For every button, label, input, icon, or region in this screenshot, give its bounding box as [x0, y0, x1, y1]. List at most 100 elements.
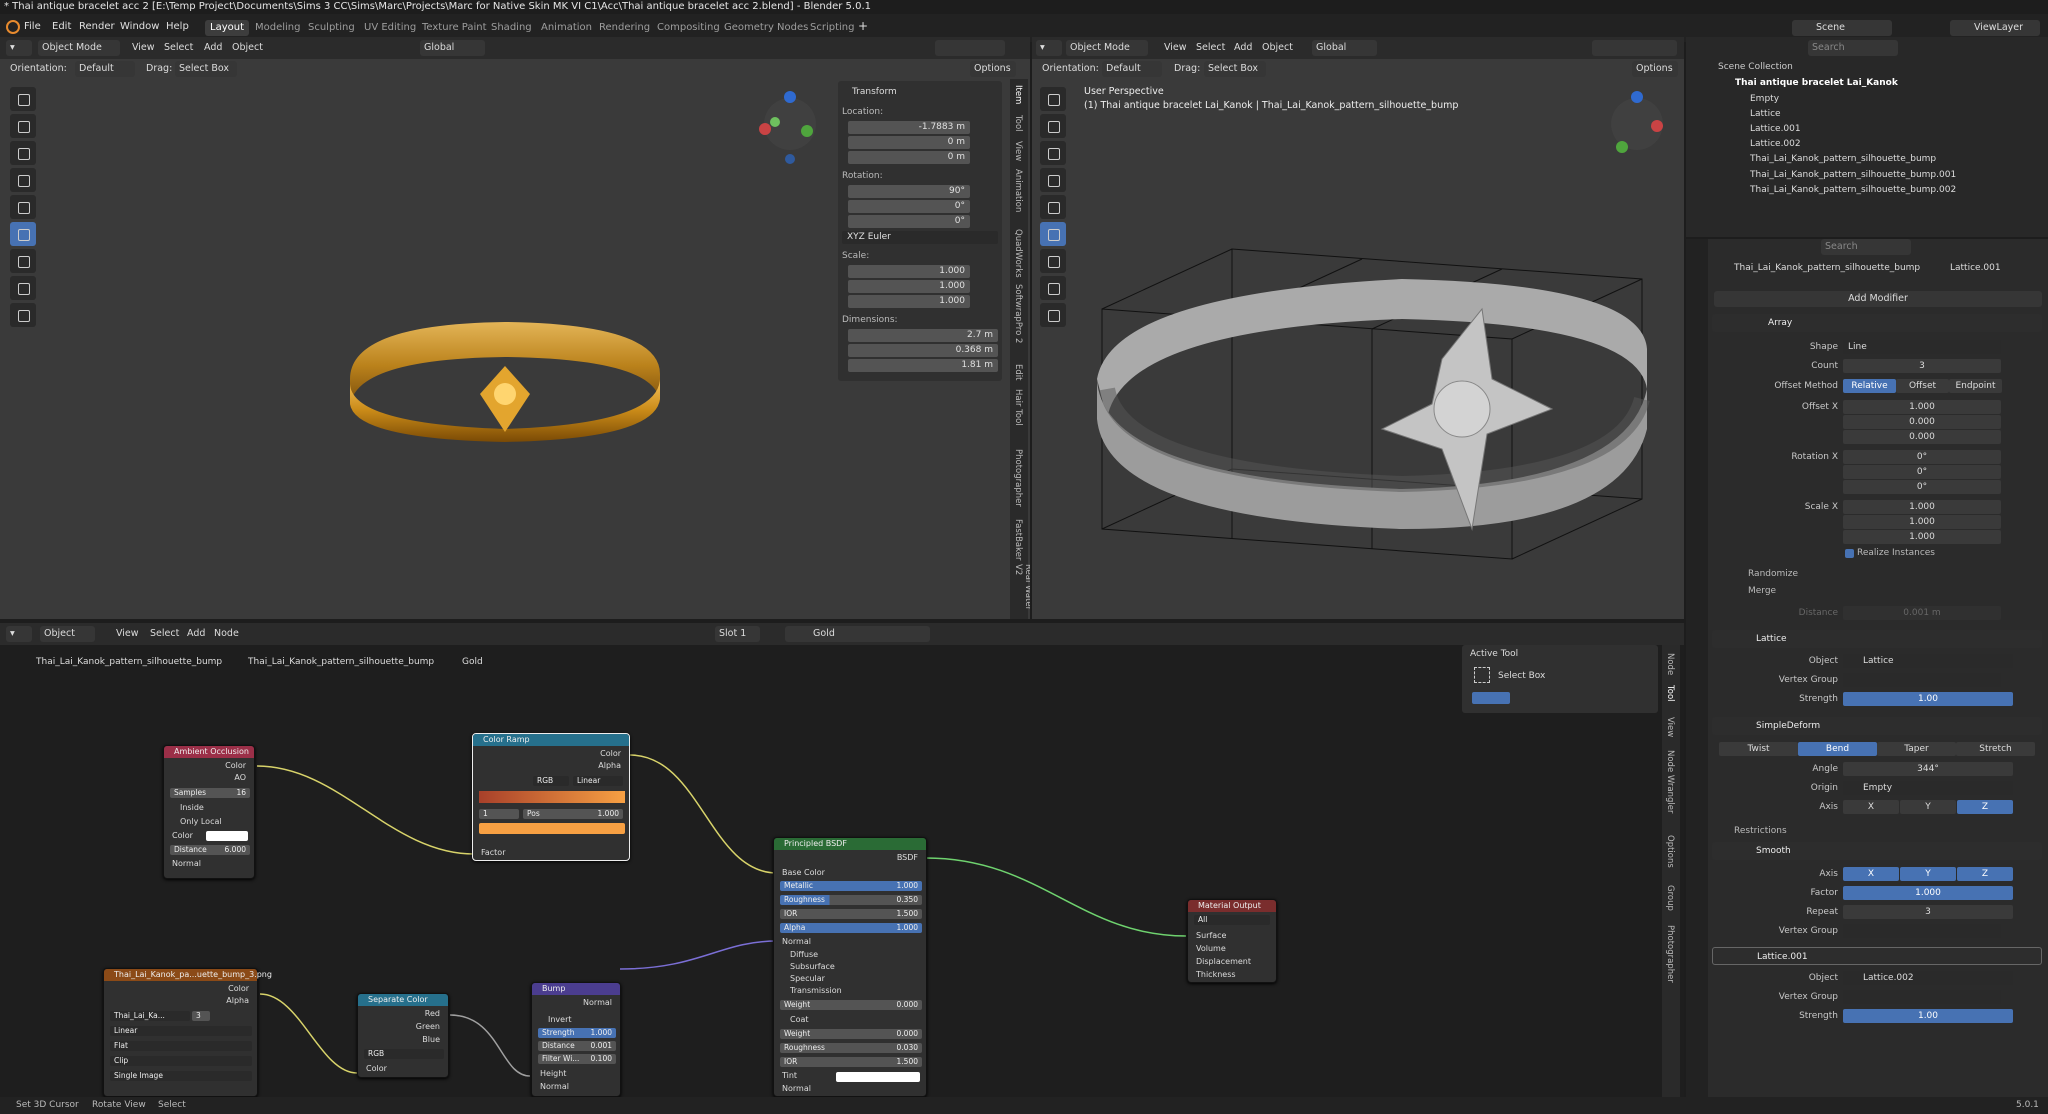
restrictions-subpanel[interactable]: Restrictions — [1734, 826, 1787, 836]
outliner-item-mesh[interactable]: Thai_Lai_Kanok_pattern_silhouette_bump — [1750, 152, 1936, 167]
menu-help[interactable]: Help — [166, 21, 189, 32]
vp2-orientation[interactable]: Default — [1102, 61, 1162, 77]
vp2-drag[interactable]: Select Box — [1204, 61, 1266, 77]
node-ambient-occlusion[interactable]: Ambient Occlusion Color AO Samples 16 Ins… — [163, 745, 255, 879]
dim-z-field[interactable]: 1.81 m — [848, 359, 998, 372]
vp1-orientation[interactable]: Default — [75, 61, 135, 77]
bsdf-ior[interactable]: IOR 1.500 — [780, 909, 922, 919]
properties-search[interactable]: Search — [1821, 239, 1911, 255]
vp2-transform-tool-icon[interactable] — [1040, 222, 1066, 246]
array-shape-select[interactable]: Line — [1843, 340, 2001, 354]
outliner-search[interactable]: Search — [1808, 40, 1898, 56]
offset-y-field[interactable]: 0.000 — [1843, 415, 2001, 429]
offset-z-field[interactable]: 0.000 — [1843, 430, 2001, 444]
outliner-item-lattice001[interactable]: Lattice.001 — [1750, 122, 1801, 137]
tab-shading[interactable]: Shading — [486, 20, 537, 36]
lattice-modifier-header[interactable]: Lattice — [1712, 630, 2042, 648]
annotate-tool-icon[interactable] — [10, 249, 36, 273]
vp2-menu-view[interactable]: View — [1160, 40, 1191, 56]
tab-texture-paint[interactable]: Texture Paint — [417, 20, 492, 36]
sidebar-tab-animation[interactable]: Animation — [1013, 169, 1023, 212]
smooth-vgroup-field[interactable] — [1843, 924, 2001, 938]
node-tab-photographer[interactable]: Photographer — [1665, 925, 1675, 983]
cursor-tool-icon[interactable] — [10, 114, 36, 138]
lattice-object-field[interactable]: Lattice — [1843, 654, 2013, 668]
deform-taper-button[interactable]: Taper — [1877, 742, 1956, 756]
tab-sculpting[interactable]: Sculpting — [303, 20, 360, 36]
scene-selector[interactable]: Scene — [1792, 20, 1892, 36]
vp2-menu-select[interactable]: Select — [1192, 40, 1229, 56]
realize-instances-checkbox[interactable] — [1845, 549, 1854, 558]
image-users[interactable]: 3 — [192, 1011, 210, 1021]
sidebar-tab-quadworks[interactable]: QuadWorks — [1013, 229, 1023, 278]
outliner-item-lattice002[interactable]: Lattice.002 — [1750, 137, 1801, 152]
ramp-mode[interactable]: RGB — [533, 776, 569, 786]
dim-x-field[interactable]: 2.7 m — [848, 329, 998, 342]
outliner-item-mesh002[interactable]: Thai_Lai_Kanok_pattern_silhouette_bump.0… — [1750, 183, 1956, 198]
viewport1[interactable]: Orientation: Default Drag: Select Box Op… — [0, 59, 1030, 619]
node-color-ramp[interactable]: Color Ramp Color Alpha RGB Linear 1 Pos 1… — [472, 733, 630, 861]
tab-modeling[interactable]: Modeling — [250, 20, 306, 36]
node-tab-group[interactable]: Group — [1665, 885, 1675, 911]
deform-bend-button[interactable]: Bend — [1798, 742, 1877, 756]
vp1-menu-select[interactable]: Select — [160, 40, 197, 56]
select-box-icon[interactable] — [1474, 667, 1490, 683]
menu-edit[interactable]: Edit — [52, 21, 71, 32]
select-mode-buttons[interactable] — [1472, 692, 1510, 704]
output-target[interactable]: All — [1194, 915, 1270, 925]
bsdf-metallic[interactable]: Metallic 1.000 — [780, 881, 922, 891]
smooth-repeat-field[interactable]: 3 — [1843, 905, 2013, 919]
ao-color-swatch[interactable] — [206, 831, 248, 841]
vp1-menu-add[interactable]: Add — [200, 40, 226, 56]
tab-compositing[interactable]: Compositing — [652, 20, 725, 36]
select-tool-icon[interactable] — [10, 87, 36, 111]
tab-rendering[interactable]: Rendering — [594, 20, 655, 36]
sidebar-tab-view[interactable]: View — [1013, 141, 1023, 161]
move-tool-icon[interactable] — [10, 141, 36, 165]
offset-offset-button[interactable]: Offset — [1896, 379, 1949, 393]
sep-mode[interactable]: RGB — [364, 1049, 444, 1059]
vp1-menu-object[interactable]: Object — [228, 40, 267, 56]
node-tree-type[interactable]: Object — [40, 626, 95, 642]
offset-endpoint-button[interactable]: Endpoint — [1949, 379, 2002, 393]
offset-relative-button[interactable]: Relative — [1843, 379, 1896, 393]
vp1-transform-space[interactable]: Global — [420, 40, 485, 56]
node-menu-select[interactable]: Select — [146, 626, 183, 642]
loc-z-field[interactable]: 0 m — [848, 151, 970, 164]
lattice001-strength-field[interactable]: 1.00 — [1843, 1009, 2013, 1023]
merge-subpanel[interactable]: Merge — [1748, 586, 1776, 596]
rotation-y-field[interactable]: 0° — [1843, 465, 2001, 479]
sidebar-tab-edit[interactable]: Edit — [1013, 364, 1023, 380]
sidebar-tab-item[interactable]: Item — [1013, 85, 1023, 104]
scale-z-field[interactable]: 1.000 — [848, 295, 970, 308]
loc-y-field[interactable]: 0 m — [848, 136, 970, 149]
randomize-subpanel[interactable]: Randomize — [1748, 569, 1798, 579]
outliner-item-bracelet[interactable]: Thai antique bracelet Lai_Kanok — [1735, 76, 1898, 91]
ao-distance[interactable]: Distance 6.000 — [170, 845, 250, 855]
bsdf-alpha[interactable]: Alpha 1.000 — [780, 923, 922, 933]
vp1-nav-buttons[interactable] — [800, 154, 822, 244]
outliner-item-mesh001[interactable]: Thai_Lai_Kanok_pattern_silhouette_bump.0… — [1750, 168, 1956, 183]
node-image-texture[interactable]: Thai_Lai_Kanok_pa...uette_bump_3.png Col… — [103, 968, 272, 1097]
bsdf-tint-swatch[interactable] — [836, 1072, 920, 1082]
vp2-mode[interactable]: Object Mode — [1066, 40, 1148, 56]
smooth-modifier-header[interactable]: Smooth — [1712, 842, 2042, 860]
node-tab-tool[interactable]: Tool — [1665, 685, 1675, 702]
deform-angle-field[interactable]: 344° — [1843, 762, 2013, 776]
ramp-pos[interactable]: Pos 1.000 — [523, 809, 623, 819]
lattice001-modifier-header[interactable]: Lattice.001 — [1712, 947, 2042, 965]
image-interpolation[interactable]: Linear — [110, 1026, 252, 1036]
ramp-stop-color[interactable] — [479, 823, 625, 834]
vp2-move-tool-icon[interactable] — [1040, 141, 1066, 165]
deform-axis-y[interactable]: Y — [1900, 800, 1956, 814]
vp2-scale-tool-icon[interactable] — [1040, 195, 1066, 219]
ao-only-local[interactable]: Only Local — [180, 817, 222, 826]
node-menu-node[interactable]: Node — [210, 626, 243, 642]
sidebar-tab-fastbaker[interactable]: FastBaker — [1013, 519, 1023, 560]
sidebar-tab-realwater[interactable]: Real Water V2 — [1013, 564, 1030, 619]
loc-x-field[interactable]: -1.7883 m — [848, 121, 970, 134]
merge-distance-field[interactable]: 0.001 m — [1843, 606, 2001, 620]
lattice-strength-field[interactable]: 1.00 — [1843, 692, 2013, 706]
vp2-rotate-tool-icon[interactable] — [1040, 168, 1066, 192]
image-extension[interactable]: Clip — [110, 1056, 252, 1066]
